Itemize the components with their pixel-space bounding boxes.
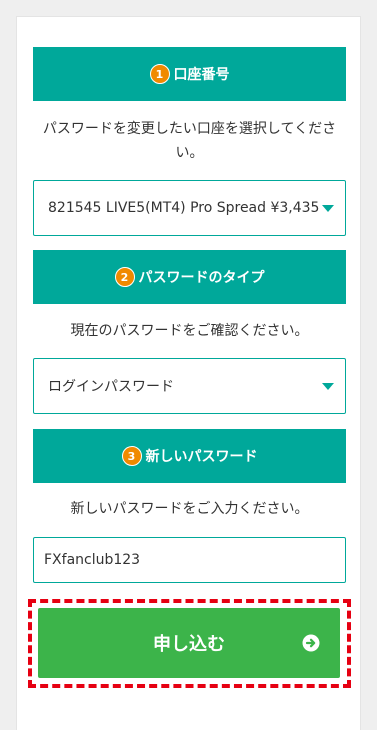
step-number-badge: 1 bbox=[149, 64, 170, 84]
chevron-down-icon bbox=[322, 205, 334, 212]
section-description: 現在のパスワードをご確認ください。 bbox=[70, 323, 309, 339]
section-header-new-password: 3 新しいパスワード bbox=[33, 429, 346, 483]
section-header-account-number: 1 口座番号 bbox=[33, 47, 346, 101]
section-title: 口座番号 bbox=[173, 67, 230, 83]
form-card: 1 口座番号 パスワードを変更したい口座を選択してください。 821545 LI… bbox=[16, 16, 361, 730]
section-title: 新しいパスワード bbox=[145, 449, 258, 465]
step-number-badge: 2 bbox=[114, 267, 135, 287]
account-select[interactable]: 821545 LIVE5(MT4) Pro Spread ¥3,435 bbox=[33, 180, 346, 236]
section-title: パスワードのタイプ bbox=[138, 270, 265, 286]
submit-button-label: 申し込む bbox=[153, 634, 225, 655]
step-number-badge: 3 bbox=[121, 446, 142, 466]
password-type-select[interactable]: ログインパスワード bbox=[33, 358, 346, 414]
section-description: 新しいパスワードをご入力ください。 bbox=[70, 501, 309, 517]
section-header-password-type: 2 パスワードのタイプ bbox=[33, 250, 346, 304]
submit-button[interactable]: 申し込む bbox=[38, 608, 340, 678]
password-type-select-value: ログインパスワード bbox=[48, 379, 174, 395]
arrow-right-circle-icon bbox=[302, 634, 320, 652]
new-password-input[interactable]: FXfanclub123 bbox=[33, 537, 346, 583]
account-select-value: 821545 LIVE5(MT4) Pro Spread ¥3,435 bbox=[48, 200, 320, 216]
section-description: パスワードを変更したい口座を選択してください。 bbox=[42, 121, 337, 161]
new-password-value: FXfanclub123 bbox=[44, 552, 141, 568]
chevron-down-icon bbox=[322, 383, 334, 390]
